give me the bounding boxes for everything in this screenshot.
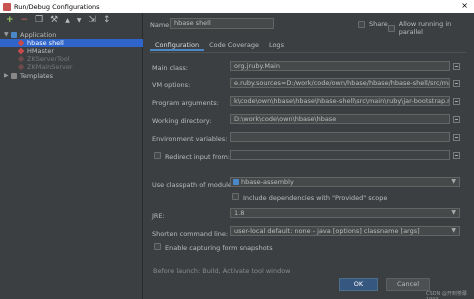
expand-arrow-icon[interactable]: ▶ [4, 72, 11, 80]
redirect-input-field [230, 150, 450, 160]
tab-code-coverage[interactable]: Code Coverage [204, 40, 264, 51]
expand-icon[interactable] [453, 98, 460, 105]
before-launch-section[interactable]: Before launch: Build, Activate tool wind… [153, 267, 290, 275]
tree-item-hbase-shell[interactable]: hbase shell [0, 39, 143, 47]
edit-env-icon[interactable] [453, 134, 460, 141]
include-provided-label: Include dependencies with "Provided" sco… [243, 194, 388, 202]
shorten-command-line-value: user-local default: none - java [options… [234, 227, 420, 235]
vm-options-input[interactable]: e.ruby.sources=D:/work/code/own/hbase/hb… [230, 78, 450, 88]
configuration-editor: Name: hbase shell Share Allow running in… [144, 13, 474, 299]
enable-snapshots-label: Enable capturing form snapshots [165, 244, 273, 252]
jre-value: 1.8 [234, 209, 245, 217]
classpath-module-select[interactable]: hbase-assembly ▼ [230, 177, 460, 187]
move-down-icon[interactable]: ▼ [77, 16, 82, 25]
main-class-label: Main class: [152, 64, 188, 72]
allow-parallel-option[interactable]: Allow running in parallel [388, 20, 474, 36]
tree-item-label: hbase shell [27, 39, 64, 47]
main-class-input[interactable]: org.jruby.Main [230, 61, 450, 71]
tree-toolbar: + − ❐ ⚒ ▲ ▼ ⇲ ↕ [0, 13, 142, 27]
program-arguments-input[interactable]: k\code\own\hbase\hbase\hbase-shell\src\m… [230, 96, 450, 106]
chevron-down-icon: ▼ [451, 227, 456, 234]
window-titlebar: Run/Debug Configurations × [0, 0, 474, 13]
configuration-tree: ▼ Application hbase shell HMaster ZKServ… [0, 31, 143, 80]
application-icon [11, 32, 17, 38]
jre-select[interactable]: 1.8 ▼ [230, 208, 460, 218]
run-config-icon [17, 39, 25, 47]
run-config-icon [17, 47, 25, 55]
module-icon [233, 179, 239, 185]
allow-parallel-checkbox[interactable] [388, 24, 395, 32]
folder-icon[interactable]: ⇲ [89, 15, 97, 25]
tree-item-zkmainserver[interactable]: ZKMainServer [0, 63, 143, 71]
configuration-tree-panel: + − ❐ ⚒ ▲ ▼ ⇲ ↕ ▼ Application hbase shel… [0, 13, 143, 299]
redirect-input-label: Redirect input from: [165, 153, 230, 161]
jre-label: JRE: [152, 212, 165, 220]
program-arguments-label: Program arguments: [152, 99, 219, 107]
folder-icon [453, 152, 460, 159]
tree-node-label: Application [20, 31, 57, 39]
tree-item-label: ZKServerTool [27, 55, 70, 63]
shorten-command-line-label: Shorten command line: [152, 230, 229, 238]
share-label: Share [369, 20, 388, 28]
tree-item-label: ZKMainServer [27, 63, 73, 71]
move-up-icon[interactable]: ▲ [65, 16, 70, 25]
copy-icon[interactable]: ❐ [35, 15, 43, 25]
working-directory-label: Working directory: [152, 117, 212, 125]
working-directory-input[interactable]: D:\work\code\own\hbase\hbase [230, 114, 450, 124]
expand-arrow-icon[interactable]: ▼ [4, 31, 11, 39]
environment-variables-input[interactable] [230, 132, 450, 142]
tree-item-label: HMaster [27, 47, 55, 55]
chevron-down-icon: ▼ [451, 209, 456, 216]
share-option[interactable]: Share [358, 20, 388, 28]
vm-options-label: VM options: [152, 81, 191, 89]
close-icon[interactable]: × [461, 1, 468, 10]
remove-icon[interactable]: − [21, 15, 29, 25]
shorten-command-line-select[interactable]: user-local default: none - java [options… [230, 226, 460, 236]
cancel-button[interactable]: Cancel [386, 278, 430, 291]
environment-variables-label: Environment variables: [152, 135, 228, 143]
allow-parallel-label: Allow running in parallel [398, 20, 452, 36]
tree-node-application[interactable]: ▼ Application [0, 31, 143, 39]
enable-snapshots-checkbox[interactable] [154, 243, 161, 250]
redirect-input-checkbox[interactable] [154, 152, 161, 159]
run-config-icon [17, 55, 25, 63]
include-provided-checkbox[interactable] [232, 193, 239, 200]
classpath-module-value: hbase-assembly [241, 178, 294, 186]
browse-icon[interactable] [453, 63, 460, 70]
tree-node-label: Templates [20, 72, 54, 80]
tree-node-templates[interactable]: ▶ Templates [0, 72, 143, 80]
chevron-down-icon: ▼ [451, 178, 456, 185]
sort-icon[interactable]: ↕ [103, 15, 111, 25]
tree-item-zkservertool[interactable]: ZKServerTool [0, 55, 143, 63]
window-title: Run/Debug Configurations [14, 2, 100, 11]
watermark: CSDN @开到荼蘼1993 [426, 291, 467, 299]
tab-logs[interactable]: Logs [264, 40, 289, 51]
name-input[interactable]: hbase shell [170, 18, 274, 29]
wrench-icon [11, 73, 17, 79]
name-label: Name: [150, 21, 172, 29]
tab-configuration[interactable]: Configuration [150, 40, 205, 51]
run-config-icon [17, 63, 25, 71]
expand-icon[interactable] [453, 80, 460, 87]
app-icon [3, 2, 11, 11]
config-tabs: Configuration Code Coverage Logs [150, 40, 289, 51]
tree-item-hmaster[interactable]: HMaster [0, 47, 143, 55]
folder-icon[interactable] [453, 116, 460, 123]
wrench-icon[interactable]: ⚒ [50, 15, 58, 25]
add-icon[interactable]: + [6, 15, 14, 25]
classpath-module-label: Use classpath of module: [152, 181, 235, 189]
ok-button[interactable]: OK [339, 278, 378, 291]
tabs-divider [150, 52, 466, 53]
share-checkbox[interactable] [358, 20, 365, 28]
